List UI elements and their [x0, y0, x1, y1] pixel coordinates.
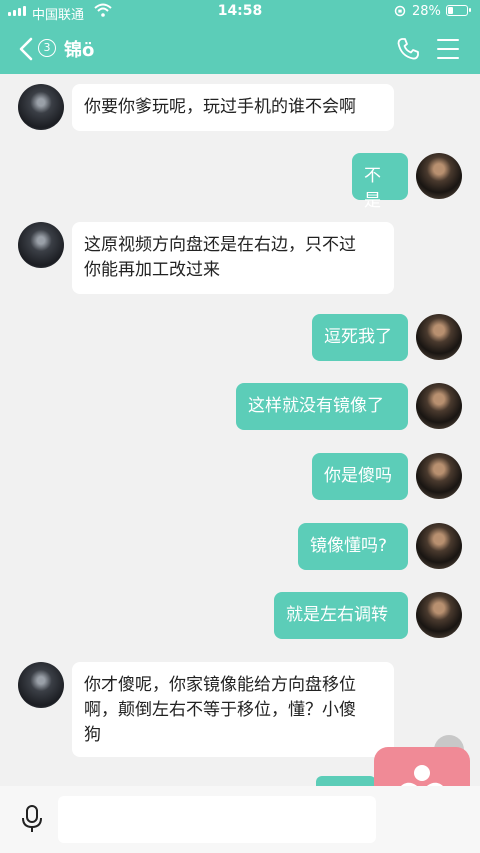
my-avatar[interactable]: [416, 153, 462, 199]
outgoing-message-bubble[interactable]: 这样就没有镜像了: [236, 383, 408, 430]
input-bar: [0, 786, 480, 853]
outgoing-message-bubble[interactable]: 就是左右调转: [274, 592, 408, 639]
my-avatar[interactable]: [416, 453, 462, 499]
status-bar: 中国联通 14:58 28%: [0, 0, 480, 24]
outgoing-message-bubble[interactable]: 镜像懂吗?: [298, 523, 408, 570]
contact-avatar[interactable]: [18, 222, 64, 268]
my-avatar[interactable]: [416, 523, 462, 569]
incoming-message-bubble[interactable]: 你才傻呢，你家镜像能给方向盘移位 啊，颠倒左右不等于移位，懂？小傻 狗: [72, 662, 394, 757]
my-avatar[interactable]: [416, 314, 462, 360]
rotation-lock-icon: [394, 5, 406, 17]
outgoing-message-bubble[interactable]: 不是: [352, 153, 408, 211]
menu-icon[interactable]: [437, 39, 459, 59]
my-avatar[interactable]: [416, 592, 462, 638]
phone-icon[interactable]: [396, 37, 420, 61]
my-avatar[interactable]: [416, 383, 462, 429]
outgoing-message-bubble[interactable]: 你是傻吗: [312, 453, 408, 500]
chat-header: 3 锦ö: [0, 24, 480, 74]
top-bar: 中国联通 14:58 28% 3 锦ö: [0, 0, 480, 74]
microphone-icon[interactable]: [20, 805, 44, 833]
contact-avatar[interactable]: [18, 84, 64, 130]
unread-count-badge[interactable]: 3: [38, 39, 56, 57]
back-chevron-icon[interactable]: [18, 37, 34, 61]
incoming-message-bubble[interactable]: 这原视频方向盘还是在右边，只不过 你能再加工改过来: [72, 222, 394, 294]
chat-title: 锦ö: [64, 40, 95, 61]
contact-avatar[interactable]: [18, 662, 64, 708]
incoming-message-bubble[interactable]: 你要你爹玩呢，玩过手机的谁不会啊: [72, 84, 394, 131]
battery-icon: [446, 5, 471, 16]
message-input[interactable]: [58, 796, 376, 843]
outgoing-message-bubble[interactable]: 逗死我了: [312, 314, 408, 361]
clock: 14:58: [217, 3, 263, 19]
battery-percent: 28%: [412, 4, 441, 19]
